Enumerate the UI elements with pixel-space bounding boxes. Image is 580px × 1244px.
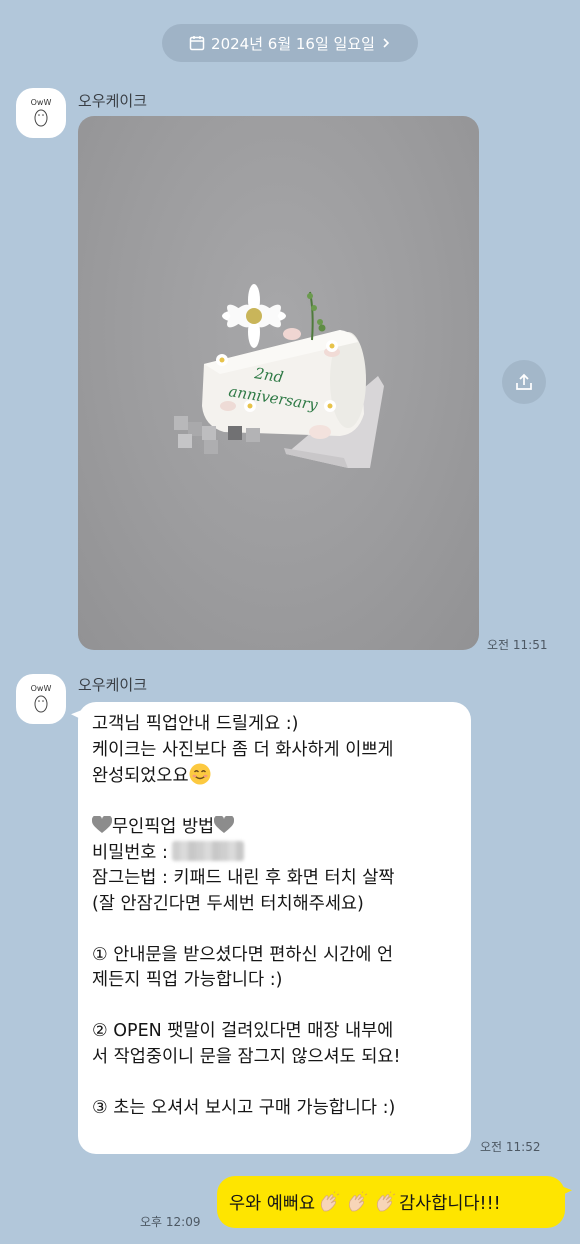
my-message-bubble[interactable]: 우와 예뻐요 감사합니다!!! bbox=[217, 1176, 572, 1228]
message-line: ① 안내문을 받으셨다면 편하신 시간에 언 bbox=[92, 944, 394, 965]
message-line: 비밀번호 : bbox=[92, 840, 457, 867]
message-time: 오전 11:51 bbox=[487, 638, 548, 652]
clapping-hands-icon bbox=[321, 1191, 340, 1212]
sender-name: 오우케이크 bbox=[78, 92, 148, 110]
smiling-face-icon bbox=[189, 763, 211, 785]
message-line: (잘 안잠긴다면 두세번 터치해주세요) bbox=[92, 893, 364, 914]
calendar-icon bbox=[189, 36, 205, 51]
message-line: 잠그는법 : 키패드 내린 후 화면 터치 살짝 bbox=[92, 868, 395, 888]
sender-name: 오우케이크 bbox=[78, 676, 148, 694]
share-button[interactable] bbox=[502, 360, 546, 404]
message-line: ② OPEN 팻말이 걸려있다면 매장 내부에 bbox=[92, 1021, 394, 1041]
message-text: 감사합니다!!! bbox=[399, 1193, 501, 1214]
message-line: ③ 초는 오셔서 보시고 구매 가능합니다 :) bbox=[92, 1097, 396, 1118]
message-time: 오후 12:09 bbox=[140, 1215, 201, 1229]
message-line: 제든지 픽업 가능합니다 :) bbox=[92, 970, 283, 990]
message-text: 비밀번호 : bbox=[92, 842, 168, 863]
message-line: 완성되었오요 bbox=[92, 763, 457, 790]
message-text: 우와 예뻐요 bbox=[229, 1193, 316, 1214]
date-label: 2024년 6월 16일 일요일 bbox=[211, 34, 375, 53]
date-divider[interactable]: 2024년 6월 16일 일요일 bbox=[162, 24, 418, 62]
shop-logo-icon: OwW bbox=[31, 98, 52, 127]
message-text: 완성되었오요 bbox=[92, 766, 189, 786]
share-icon bbox=[516, 373, 532, 390]
blurred-password bbox=[171, 840, 244, 861]
shop-logo-icon: OwW bbox=[31, 684, 52, 713]
message-line: 케이크는 사진보다 좀 더 화사하게 이쁘게 bbox=[92, 739, 394, 760]
chevron-right-icon bbox=[383, 38, 390, 48]
logo-text: OwW bbox=[31, 98, 52, 107]
message-time: 오전 11:52 bbox=[480, 1140, 541, 1154]
clapping-hands-icon bbox=[349, 1191, 368, 1212]
message-bubble[interactable]: 고객님 픽업안내 드릴게요 :) 케이크는 사진보다 좀 더 화사하게 이쁘게 … bbox=[71, 702, 471, 1154]
logo-text: OwW bbox=[31, 684, 52, 693]
bubble-tail bbox=[556, 1184, 572, 1198]
bubble-tail bbox=[71, 708, 87, 722]
clapping-hands-icon bbox=[377, 1191, 396, 1212]
grey-heart-icon bbox=[92, 816, 112, 833]
message-line: 무인픽업 방법 bbox=[92, 815, 457, 841]
message-line: 고객님 픽업안내 드릴게요 :) bbox=[92, 714, 299, 734]
avatar[interactable]: OwW bbox=[16, 674, 66, 724]
cake-photo[interactable]: 2nd anniversary bbox=[78, 116, 479, 650]
message-text: 무인픽업 방법 bbox=[112, 817, 215, 837]
cake-image: 2nd anniversary bbox=[174, 284, 384, 468]
message-line: 서 작업중이니 문을 잠그지 않으셔도 되요! bbox=[92, 1046, 401, 1067]
grey-heart-icon bbox=[214, 816, 235, 833]
avatar[interactable]: OwW bbox=[16, 88, 66, 138]
